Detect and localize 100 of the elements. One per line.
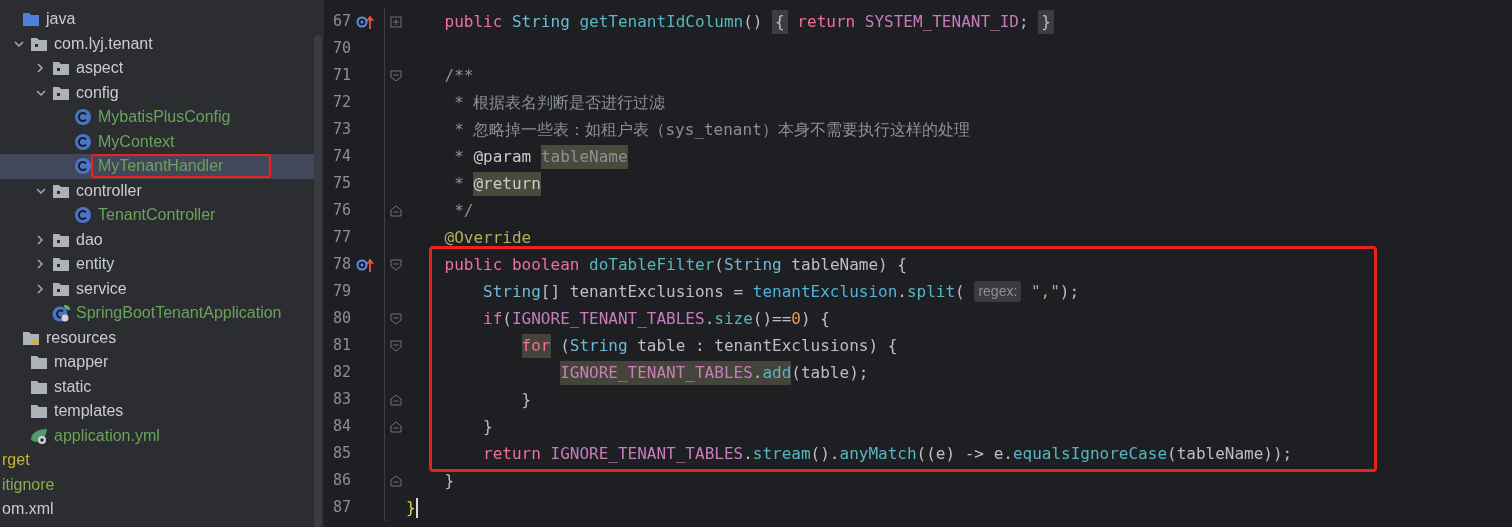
code-text: [] tenantExclusions = <box>540 280 744 303</box>
keyword: for <box>521 333 551 358</box>
doc-tag: @return <box>473 171 541 196</box>
line-number: 67 <box>331 11 351 33</box>
tree-item[interactable]: SpringBootTenantApplication <box>74 303 284 324</box>
code-text: ()== <box>752 307 792 330</box>
line-number: 87 <box>331 497 351 519</box>
line-number: 79 <box>331 281 351 303</box>
folder-icon <box>30 353 48 372</box>
keyword: return <box>483 442 541 465</box>
fold-icon[interactable] <box>389 204 402 217</box>
string-literal: "," <box>1030 280 1060 303</box>
package-icon <box>52 59 70 78</box>
tree-item[interactable]: TenantController <box>96 205 218 226</box>
keyword: return <box>797 10 856 33</box>
comment-text: */ <box>454 199 474 222</box>
tree-item[interactable]: controller <box>74 180 144 201</box>
code-text: (table); <box>791 361 869 384</box>
doc-tag: @param <box>473 144 532 169</box>
code-text: tableName) { <box>791 253 907 276</box>
code-text: ( <box>502 307 512 330</box>
scrollbar-thumb[interactable] <box>314 35 322 527</box>
code-text: ( <box>560 334 570 357</box>
code-text: . <box>743 442 753 465</box>
code-text: . <box>704 307 715 330</box>
tree-item[interactable]: rget <box>0 450 32 471</box>
line-number: 83 <box>331 389 351 411</box>
number-literal: 0 <box>791 307 801 330</box>
line-number: 71 <box>331 65 351 87</box>
override-icon[interactable] <box>356 256 374 273</box>
collapse-icon[interactable] <box>35 185 47 196</box>
fold-icon[interactable] <box>389 474 402 487</box>
class-icon <box>52 304 70 323</box>
comment-text: * 根据表名判断是否进行过滤 <box>454 91 666 114</box>
class-icon <box>74 108 92 127</box>
fold-icon[interactable] <box>389 69 402 82</box>
line-number: 70 <box>331 38 351 60</box>
folder-icon <box>22 10 40 29</box>
line-number: 84 <box>331 416 351 438</box>
constant: SYSTEM_TENANT_ID <box>864 10 1019 33</box>
parameter-reference: tableName <box>540 144 628 169</box>
fold-icon[interactable] <box>389 339 402 352</box>
method-name: doTableFilter <box>589 253 715 276</box>
constant: IGNORE_TENANT_TABLES <box>560 360 753 385</box>
tree-item[interactable]: static <box>52 376 94 397</box>
override-icon[interactable] <box>356 13 374 30</box>
method-call: size <box>714 307 753 330</box>
method-call: split <box>906 280 956 303</box>
fold-icon[interactable] <box>389 312 402 325</box>
collapse-icon[interactable] <box>13 38 25 49</box>
line-number: 75 <box>331 173 351 195</box>
code-text: } <box>521 388 532 411</box>
class-icon <box>74 157 92 176</box>
keyword: boolean <box>511 253 580 276</box>
code-text: ) { <box>800 307 830 330</box>
tree-item[interactable]: aspect <box>74 58 126 79</box>
fold-icon[interactable] <box>389 258 402 271</box>
folder-icon <box>30 402 48 421</box>
tree-item[interactable]: itignore <box>0 474 57 495</box>
tree-item[interactable]: entity <box>74 254 117 275</box>
folded-brace: { <box>772 9 788 34</box>
tree-item[interactable]: dao <box>74 229 105 250</box>
expand-icon[interactable] <box>389 15 402 28</box>
line-number: 85 <box>331 443 351 465</box>
keyword: public <box>444 253 503 276</box>
folded-brace: } <box>1038 9 1054 34</box>
annotation: @Override <box>444 226 532 249</box>
comment-text: * <box>454 172 464 195</box>
constant: IGNORE_TENANT_TABLES <box>550 442 744 465</box>
collapse-icon[interactable] <box>35 87 47 98</box>
line-number: 80 <box>331 308 351 330</box>
leaf-icon <box>30 426 48 445</box>
tree-item[interactable]: templates <box>52 401 126 422</box>
class-icon <box>74 206 92 225</box>
comment-text: * 忽略掉一些表：如租户表（sys_tenant）本身不需要执行这样的处理 <box>454 118 970 141</box>
method-call: stream <box>752 442 811 465</box>
tree-item[interactable]: java <box>44 9 78 30</box>
tree-item[interactable]: MybatisPlusConfig <box>96 107 233 128</box>
tree-item[interactable]: MyContext <box>96 131 177 152</box>
type-name: String <box>483 280 541 303</box>
tree-item[interactable]: mapper <box>52 352 111 373</box>
type-name: String <box>723 253 782 276</box>
tree-item[interactable]: config <box>74 82 121 103</box>
tree-item[interactable]: application.yml <box>52 425 162 446</box>
fold-icon[interactable] <box>389 420 402 433</box>
code-text: } <box>444 469 455 492</box>
tree-item[interactable]: com.lyj.tenant <box>52 33 155 54</box>
code-text: () <box>743 10 763 33</box>
type-name: String <box>569 334 628 357</box>
code-text: } <box>483 415 493 438</box>
keyword: if <box>483 307 503 330</box>
tree-item[interactable]: resources <box>44 327 119 348</box>
fold-icon[interactable] <box>389 393 402 406</box>
tree-item[interactable]: om.xml <box>0 499 56 520</box>
method-call: anyMatch <box>839 442 917 465</box>
code-text: ((e) -> e. <box>916 442 1013 465</box>
line-number: 81 <box>331 335 351 357</box>
method-call: equalsIgnoreCase <box>1012 442 1167 465</box>
comment-text: /** <box>444 64 474 87</box>
tree-item[interactable]: service <box>74 278 129 299</box>
